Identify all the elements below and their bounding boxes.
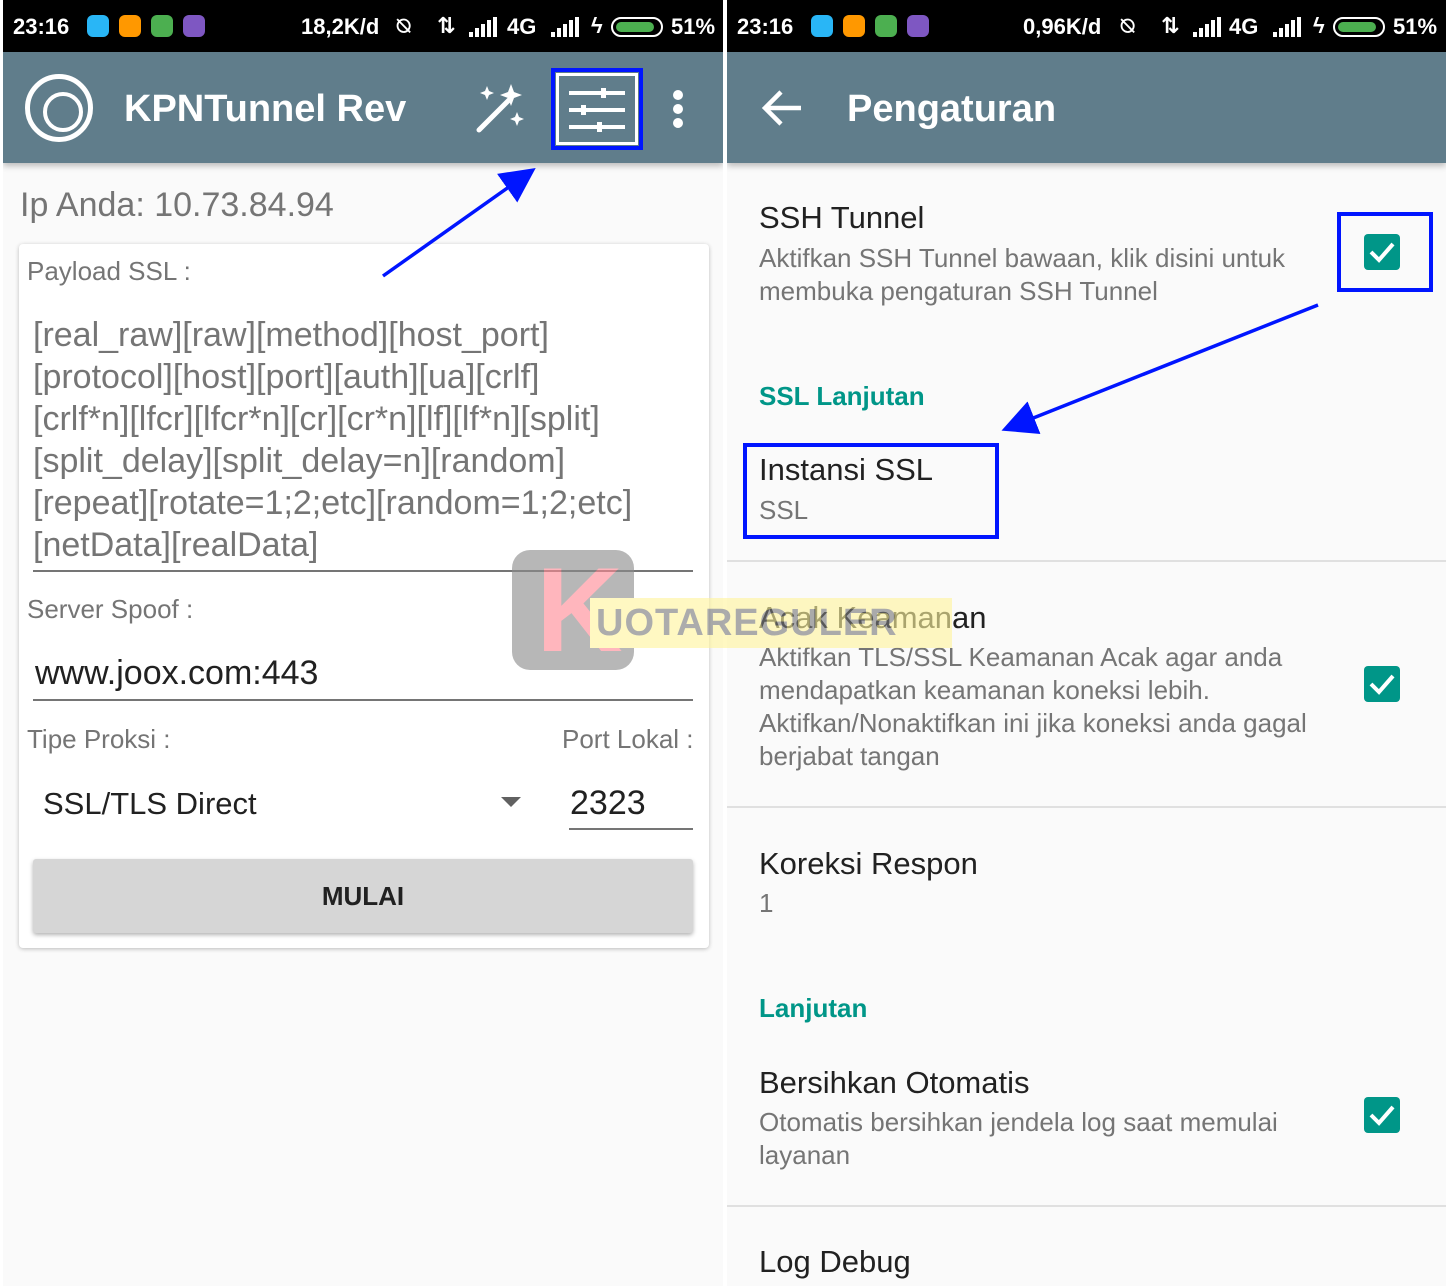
ssl-instance-summary: SSL [759,495,809,525]
mute-vibrate-icon: ⍉ [397,13,411,38]
ssh-tunnel-summary: Aktifkan SSH Tunnel bawaan, klik disini … [759,243,1286,306]
battery-icon [1333,17,1385,37]
check-icon [1369,1105,1395,1126]
dropdown-arrow-icon[interactable] [501,797,521,807]
check-icon [1369,242,1395,263]
status-bar: 23:16 18,2K/d ⍉ ⇅ 4G ϟ 51% [3,0,723,52]
status-time: 23:16 [13,14,70,39]
auto-clear-summary: Otomatis bersihkan jendela log saat memu… [759,1107,1278,1170]
app-logo-icon [25,74,93,142]
page-title: Pengaturan [847,88,1057,130]
local-port-label: Port Lokal : [562,724,694,754]
response-correction-summary: 1 [759,888,774,918]
more-options-icon[interactable] [667,86,691,132]
ssl-instance-title[interactable]: Instansi SSL [759,452,933,488]
signal-icon [1273,17,1301,37]
app-bar: Pengaturan [727,52,1446,163]
ssh-tunnel-title[interactable]: SSH Tunnel [759,200,924,236]
notification-app-icon [843,15,865,37]
charging-icon: ϟ [591,13,603,38]
divider [727,806,1446,808]
category-ssl-advanced: SSL Lanjutan [759,381,925,411]
start-button[interactable]: MULAI [33,859,693,933]
data-transfer-icon: ⇅ [437,13,456,38]
status-time: 23:16 [737,14,794,39]
notification-app-icon [119,15,141,37]
signal-icon [1193,17,1221,37]
response-correction-title[interactable]: Koreksi Respon [759,846,978,882]
magic-wand-icon[interactable] [471,80,527,136]
notification-sim-icon [875,15,897,37]
mute-vibrate-icon: ⍉ [1121,13,1135,38]
notification-app-icon [87,15,109,37]
signal-icon [551,17,579,37]
notification-app-icon [811,15,833,37]
random-security-checkbox[interactable] [1364,666,1400,702]
ip-address-text: Ip Anda: 10.73.84.94 [20,186,334,224]
notification-sim-icon [151,15,173,37]
charging-icon: ϟ [1313,13,1325,38]
proxy-type-label: Tipe Proksi : [27,724,171,754]
local-port-input[interactable]: 2323 [570,784,646,823]
notification-chat-icon [907,15,929,37]
notification-chat-icon [183,15,205,37]
server-spoof-label: Server Spoof : [27,594,194,624]
server-spoof-input[interactable]: www.joox.com:443 [35,654,318,693]
log-debug-title[interactable]: Log Debug [759,1244,911,1280]
status-data-rate: 0,96K/d [1023,14,1102,39]
tune-icon [569,88,625,132]
battery-icon [611,17,663,37]
payload-input[interactable]: [real_raw][raw][method][host_port] [prot… [33,314,693,566]
watermark-text: UOTAREGULER [590,598,952,648]
ssh-tunnel-checkbox[interactable] [1364,234,1400,270]
settings-tune-button[interactable] [551,68,643,150]
app-bar: KPNTunnel Rev [3,52,723,163]
status-data-rate: 18,2K/d [301,14,380,39]
network-type: 4G [1229,14,1259,39]
data-transfer-icon: ⇅ [1161,13,1180,38]
server-spoof-underline [33,699,693,701]
category-advanced: Lanjutan [759,993,868,1023]
auto-clear-title[interactable]: Bersihkan Otomatis [759,1065,1030,1101]
divider [727,1205,1446,1207]
app-title: KPNTunnel Rev [124,88,407,130]
auto-clear-checkbox[interactable] [1364,1097,1400,1133]
proxy-type-select[interactable]: SSL/TLS Direct [43,786,257,822]
battery-percent: 51% [671,14,716,39]
watermark-logo: K UOTAREGULER [512,550,952,672]
network-type: 4G [507,14,537,39]
check-icon [1369,674,1395,695]
signal-icon [469,17,497,37]
back-arrow-icon[interactable] [757,84,807,132]
payload-label: Payload SSL : [27,256,191,286]
local-port-underline [569,828,693,830]
status-bar: 23:16 0,96K/d ⍉ ⇅ 4G ϟ 51% [727,0,1446,52]
battery-percent: 51% [1393,14,1438,39]
